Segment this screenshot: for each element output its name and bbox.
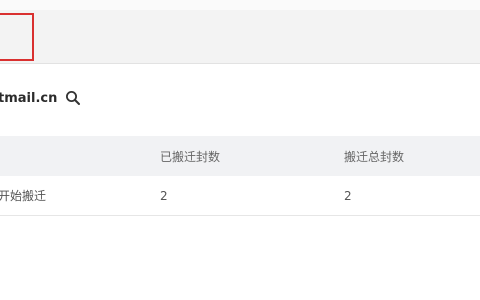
window-top-strip [0, 0, 480, 10]
account-email: tmail.cn [0, 90, 58, 106]
migration-page: tmail.cn 已搬迁封数 搬迁总封数 开始搬迁 2 2 [0, 0, 480, 300]
toolbar [0, 10, 480, 64]
header-cell-migrated-count: 已搬迁封数 [160, 149, 221, 164]
highlighted-toolbar-button[interactable] [0, 13, 34, 61]
migration-table: 已搬迁封数 搬迁总封数 开始搬迁 2 2 [0, 136, 480, 216]
row-cell-total-count: 2 [344, 188, 352, 203]
table-header: 已搬迁封数 搬迁总封数 [0, 136, 480, 176]
header-cell-total-count: 搬迁总封数 [344, 149, 405, 164]
search-icon[interactable] [65, 90, 81, 106]
account-row: tmail.cn [0, 86, 81, 110]
row-cell-migrated-count: 2 [160, 188, 168, 203]
table-row: 开始搬迁 2 2 [0, 176, 480, 216]
row-cell-status[interactable]: 开始搬迁 [0, 187, 46, 204]
